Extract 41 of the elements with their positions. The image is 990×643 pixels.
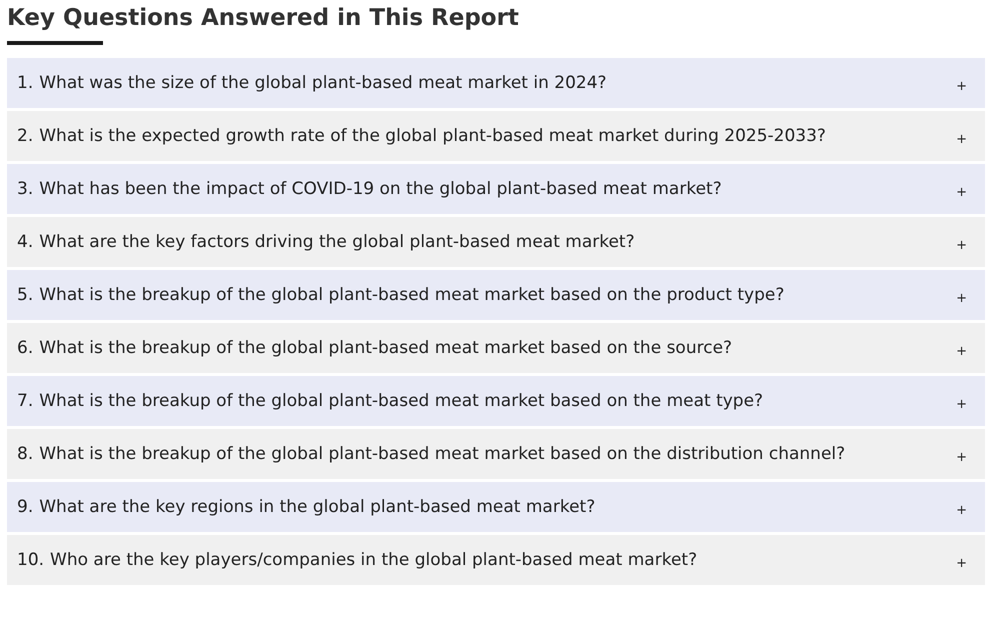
question-number: 10.	[17, 549, 44, 572]
question-number: 1.	[17, 72, 34, 95]
question-number: 2.	[17, 125, 34, 148]
question-number: 8.	[17, 443, 34, 466]
question-number: 4.	[17, 231, 34, 254]
question-row[interactable]: 1. What was the size of the global plant-based meat market in 2024? +	[7, 58, 985, 108]
question-text: What is the expected growth rate of the global plant-based meat market during 2025-2033?	[39, 124, 827, 148]
question-number: 7.	[17, 390, 34, 413]
question-text: What has been the impact of COVID-19 on the global plant-based meat market?	[39, 178, 723, 200]
question-row[interactable]: 4. What are the key factors driving the global plant-based meat market? +	[7, 217, 985, 267]
question-text: What are the key factors driving the global plant-based meat market?	[39, 230, 636, 254]
question-row[interactable]: 10. Who are the key players/companies in the global plant-based meat market? +	[7, 535, 985, 585]
section-heading: Key Questions Answered in This Report	[7, 4, 519, 32]
question-text: What was the size of the global plant-based meat market in 2024?	[39, 72, 608, 94]
expand-toggle[interactable]: +	[956, 292, 967, 306]
question-number: 6.	[17, 337, 34, 360]
expand-toggle[interactable]: +	[956, 186, 967, 200]
expand-toggle[interactable]: +	[956, 398, 967, 412]
question-text: What are the key regions in the global plant-based meat market?	[39, 496, 596, 518]
expand-toggle[interactable]: +	[956, 557, 967, 571]
question-text: What is the breakup of the global plant-based meat market based on the distribution channel?	[39, 442, 846, 466]
question-row[interactable]: 7. What is the breakup of the global plant-based meat market based on the meat type? +	[7, 376, 985, 426]
expand-toggle[interactable]: +	[956, 345, 967, 359]
question-row[interactable]: 6. What is the breakup of the global plant-based meat market based on the source? +	[7, 323, 985, 373]
question-row[interactable]: 3. What has been the impact of COVID-19 on the global plant-based meat market? +	[7, 164, 985, 214]
question-row[interactable]: 5. What is the breakup of the global plant-based meat market based on the product type? +	[7, 270, 985, 320]
expand-toggle[interactable]: +	[956, 239, 967, 253]
question-text: What is the breakup of the global plant-based meat market based on the source?	[39, 336, 734, 360]
question-row[interactable]: 9. What are the key regions in the global plant-based meat market? +	[7, 482, 985, 532]
expand-toggle[interactable]: +	[956, 133, 967, 147]
question-text: Who are the key players/companies in the global plant-based meat market?	[50, 548, 698, 572]
question-row[interactable]: 2. What is the expected growth rate of the global plant-based meat market during 2025-2033? +	[7, 111, 985, 161]
expand-toggle[interactable]: +	[956, 504, 967, 518]
question-number: 5.	[17, 284, 34, 307]
question-number: 3.	[17, 178, 34, 201]
expand-toggle[interactable]: +	[956, 80, 967, 94]
question-text: What is the breakup of the global plant-based meat market based on the product type?	[39, 284, 786, 306]
question-text: What is the breakup of the global plant-based meat market based on the meat type?	[39, 390, 764, 412]
question-number: 9.	[17, 496, 34, 519]
question-row[interactable]: 8. What is the breakup of the global plant-based meat market based on the distribution channel? +	[7, 429, 985, 479]
expand-toggle[interactable]: +	[956, 451, 967, 465]
